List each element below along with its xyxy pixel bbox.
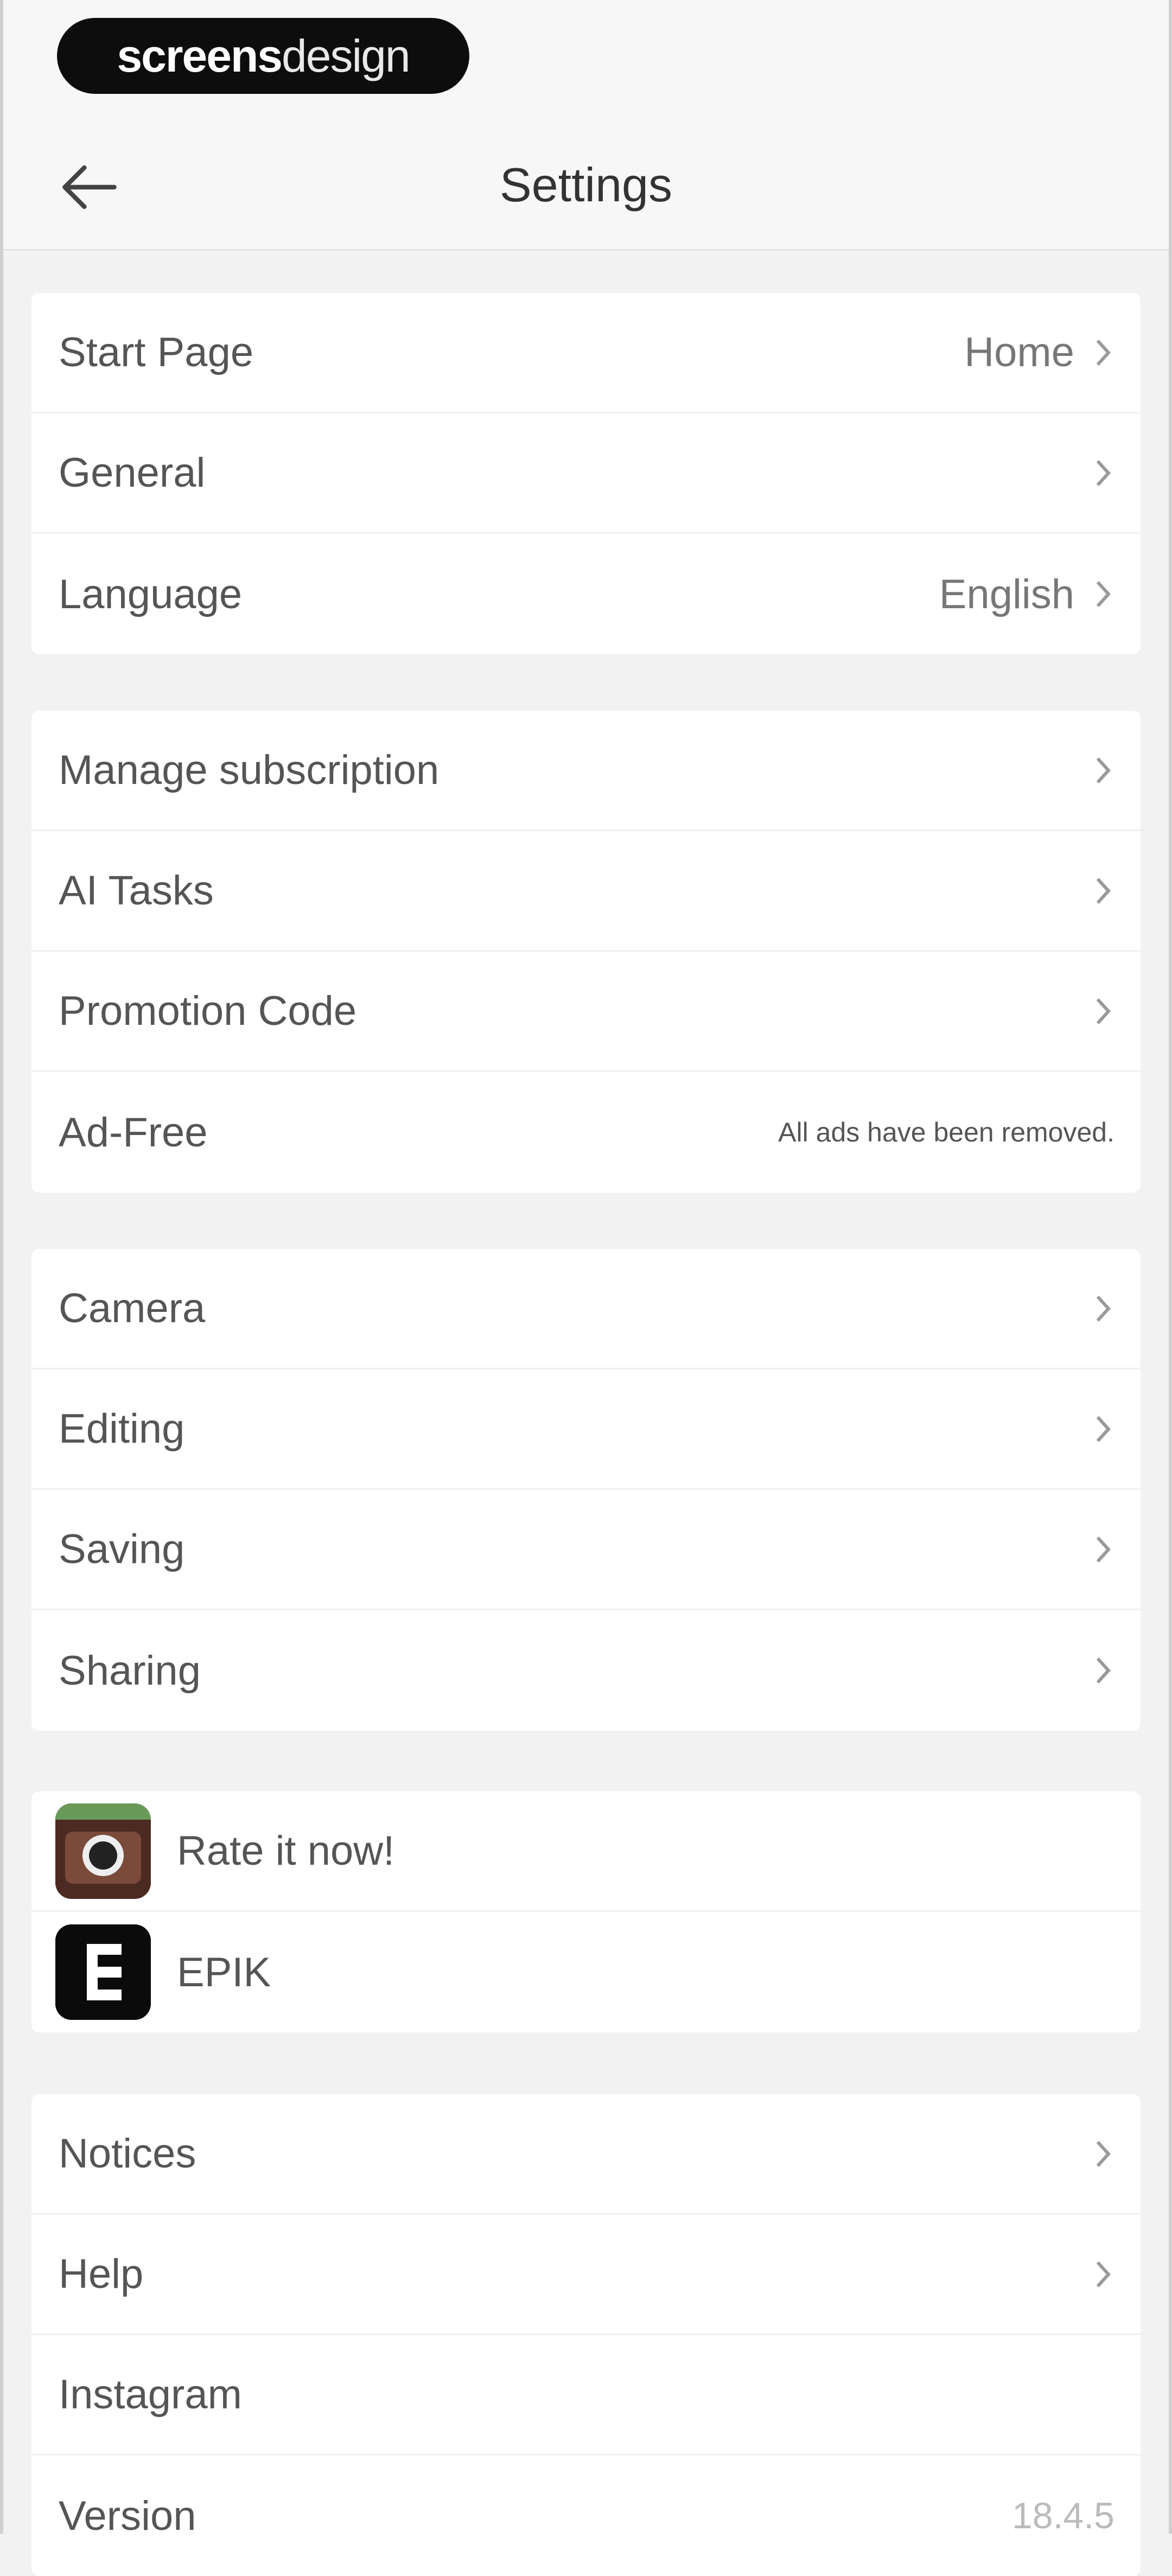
- row-sharing[interactable]: Sharing: [31, 1610, 1141, 1731]
- row-label: Language: [59, 571, 243, 617]
- row-label: Camera: [59, 1285, 206, 1331]
- row-value: English: [939, 571, 1074, 617]
- chevron-right-icon: [1090, 2135, 1117, 2173]
- row-label: General: [59, 450, 206, 496]
- settings-group-about: Notices Help Instagram Version 18.4.5: [31, 2094, 1141, 2576]
- chevron-right-icon: [1090, 992, 1117, 1030]
- row-ai-tasks[interactable]: AI Tasks: [31, 831, 1141, 952]
- chevron-right-icon: [1090, 454, 1117, 492]
- brand-part-1: screens: [117, 30, 283, 81]
- row-label: Saving: [59, 1526, 185, 1572]
- row-saving[interactable]: Saving: [31, 1490, 1141, 1610]
- row-label: Rate it now!: [177, 1828, 395, 1874]
- camera-app-icon: [55, 1803, 151, 1899]
- settings-group-media: Camera Editing Saving Sharing: [31, 1249, 1141, 1731]
- row-start-page[interactable]: Start Page Home: [31, 293, 1141, 413]
- chevron-right-icon: [1090, 1652, 1117, 1689]
- settings-group-subscription: Manage subscription AI Tasks Promotion C…: [31, 711, 1141, 1193]
- settings-group-general: Start Page Home General Language English: [31, 293, 1141, 654]
- brand-part-2: design: [282, 30, 411, 81]
- chevron-right-icon: [1090, 1531, 1117, 1568]
- chevron-right-icon: [1090, 2255, 1117, 2293]
- row-label: Editing: [59, 1406, 185, 1452]
- row-label: Ad-Free: [59, 1109, 208, 1156]
- row-value: Home: [964, 329, 1074, 375]
- chevron-right-icon: [1090, 334, 1117, 372]
- chevron-right-icon: [1090, 751, 1117, 789]
- chevron-right-icon: [1090, 872, 1117, 910]
- row-manage-subscription[interactable]: Manage subscription: [31, 711, 1141, 831]
- row-camera[interactable]: Camera: [31, 1249, 1141, 1369]
- row-editing[interactable]: Editing: [31, 1369, 1141, 1490]
- row-rate-app[interactable]: Rate it now!: [31, 1791, 1141, 1912]
- row-label: Manage subscription: [59, 747, 440, 793]
- chevron-right-icon: [1090, 575, 1117, 613]
- row-label: Promotion Code: [59, 988, 357, 1034]
- version-value: 18.4.5: [1011, 2495, 1114, 2536]
- row-label: Sharing: [59, 1647, 201, 1694]
- row-label: Notices: [59, 2131, 196, 2177]
- brand-logo: screens design: [57, 18, 469, 94]
- settings-group-apps: Rate it now! EPIK: [31, 1791, 1141, 2032]
- row-epik-app[interactable]: EPIK: [31, 1912, 1141, 2032]
- page-title: Settings: [500, 158, 672, 212]
- row-ad-free: Ad-Free All ads have been removed.: [31, 1072, 1141, 1193]
- row-label: AI Tasks: [59, 868, 214, 914]
- row-label: Version: [59, 2492, 196, 2539]
- chevron-right-icon: [1090, 1290, 1117, 1328]
- row-label: EPIK: [177, 1949, 271, 1995]
- ad-free-status: All ads have been removed.: [778, 1117, 1114, 1147]
- row-label: Instagram: [59, 2371, 242, 2418]
- row-general[interactable]: General: [31, 413, 1141, 534]
- row-help[interactable]: Help: [31, 2215, 1141, 2335]
- chevron-right-icon: [1090, 1410, 1117, 1448]
- epik-app-icon: [55, 1924, 151, 2020]
- top-bar: screens design Settings: [0, 0, 1172, 251]
- row-version: Version 18.4.5: [31, 2456, 1141, 2576]
- row-notices[interactable]: Notices: [31, 2094, 1141, 2215]
- row-label: Help: [59, 2251, 144, 2297]
- row-instagram[interactable]: Instagram: [31, 2335, 1141, 2456]
- row-promotion-code[interactable]: Promotion Code: [31, 952, 1141, 1072]
- row-language[interactable]: Language English: [31, 534, 1141, 654]
- row-label: Start Page: [59, 329, 254, 375]
